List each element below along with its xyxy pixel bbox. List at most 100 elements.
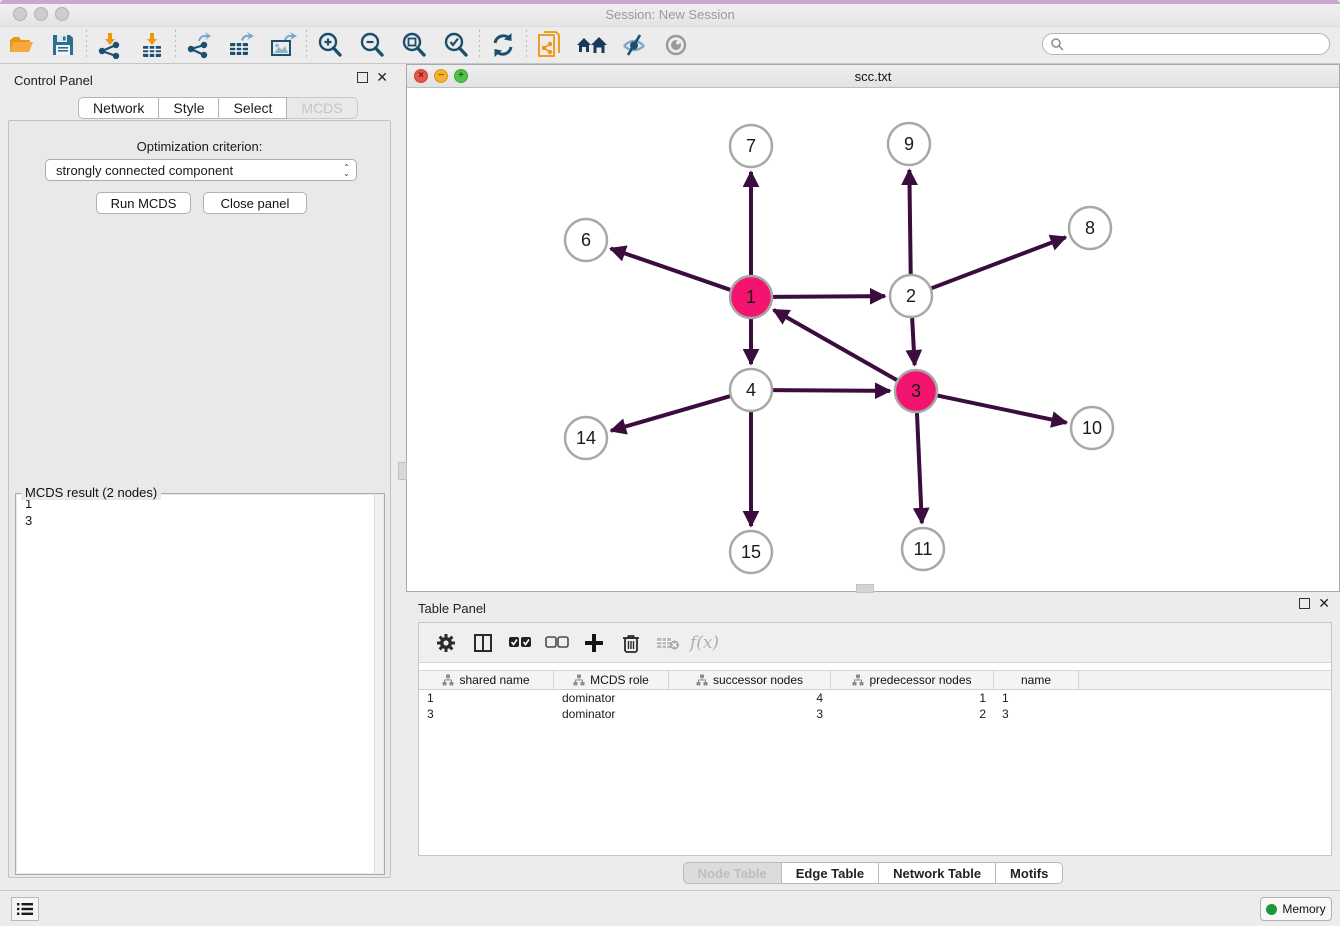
float-panel-icon[interactable] bbox=[1299, 598, 1310, 609]
show-hide-graphics-details-icon bbox=[620, 32, 648, 58]
toolbar-separator bbox=[175, 30, 176, 60]
tab-mcds[interactable]: MCDS bbox=[287, 97, 357, 119]
delete-column-button[interactable] bbox=[612, 626, 649, 660]
cell-name[interactable]: 1 bbox=[994, 690, 1079, 706]
column-header-successor-nodes[interactable]: successor nodes bbox=[669, 671, 831, 689]
close-panel-icon[interactable]: ✕ bbox=[376, 72, 388, 83]
column-header-shared-name[interactable]: shared name bbox=[419, 671, 554, 689]
graph-node-11[interactable]: 11 bbox=[902, 528, 944, 570]
float-panel-icon[interactable] bbox=[357, 72, 368, 83]
graph-node-9[interactable]: 9 bbox=[888, 123, 930, 165]
tab-network-table[interactable]: Network Table bbox=[879, 862, 996, 884]
cell-successor-nodes[interactable]: 4 bbox=[669, 690, 831, 706]
show-panels-button[interactable] bbox=[11, 897, 39, 921]
mcds-result-group: MCDS result (2 nodes) 1 3 bbox=[15, 493, 385, 875]
search-input[interactable] bbox=[1064, 35, 1329, 53]
birds-eye-view-button[interactable] bbox=[655, 28, 697, 62]
graph-node-14[interactable]: 14 bbox=[565, 417, 607, 459]
hierarchy-icon bbox=[573, 674, 585, 686]
first-neighbors-button[interactable] bbox=[571, 28, 613, 62]
graph-edge-2-8[interactable] bbox=[932, 237, 1066, 288]
function-builder-button[interactable]: f(x) bbox=[686, 626, 723, 660]
open-file-button[interactable] bbox=[0, 28, 42, 62]
tab-select[interactable]: Select bbox=[219, 97, 287, 119]
graph-node-3[interactable]: 3 bbox=[895, 370, 937, 412]
run-mcds-button[interactable]: Run MCDS bbox=[96, 192, 191, 214]
save-icon bbox=[50, 32, 76, 58]
import-table-button[interactable] bbox=[131, 28, 173, 62]
cell-mcds-role[interactable]: dominator bbox=[554, 690, 669, 706]
add-column-button[interactable] bbox=[575, 626, 612, 660]
result-item[interactable]: 3 bbox=[17, 512, 383, 529]
table-row[interactable]: 1 dominator 4 1 1 bbox=[419, 690, 1331, 706]
clone-network-button[interactable] bbox=[529, 28, 571, 62]
graph-node-4[interactable]: 4 bbox=[730, 369, 772, 411]
graph-node-10[interactable]: 10 bbox=[1071, 407, 1113, 449]
graph-edge-3-11[interactable] bbox=[917, 413, 922, 523]
panel-splitter-handle[interactable] bbox=[856, 584, 874, 593]
zoom-fit-button[interactable] bbox=[393, 28, 435, 62]
optimization-criterion-select[interactable]: strongly connected component ⌃⌃ bbox=[45, 159, 357, 181]
plus-icon bbox=[584, 633, 604, 653]
search-box[interactable] bbox=[1042, 33, 1330, 55]
close-panel-button[interactable]: Close panel bbox=[203, 192, 307, 214]
graph-node-label: 8 bbox=[1085, 218, 1095, 238]
column-header-name[interactable]: name bbox=[994, 671, 1079, 689]
export-image-button[interactable] bbox=[262, 28, 304, 62]
memory-button[interactable]: Memory bbox=[1260, 897, 1332, 921]
control-panel-tabs: Network Style Select MCDS bbox=[78, 97, 358, 119]
graph-node-1[interactable]: 1 bbox=[730, 276, 772, 318]
graph-edge-4-14[interactable] bbox=[611, 396, 730, 431]
graph-edge-2-9[interactable] bbox=[909, 170, 910, 274]
apply-layout-button[interactable] bbox=[482, 28, 524, 62]
tab-style[interactable]: Style bbox=[159, 97, 219, 119]
graphics-details-button[interactable] bbox=[613, 28, 655, 62]
graph-edge-3-1[interactable] bbox=[774, 310, 897, 380]
cell-mcds-role[interactable]: dominator bbox=[554, 706, 669, 722]
zoom-in-button[interactable] bbox=[309, 28, 351, 62]
cell-shared-name[interactable]: 1 bbox=[419, 690, 554, 706]
column-visibility-button[interactable] bbox=[464, 626, 501, 660]
column-header-mcds-role[interactable]: MCDS role bbox=[554, 671, 669, 689]
graph-edge-1-6[interactable] bbox=[611, 248, 731, 289]
network-canvas[interactable]: 1 2 3 4 6 7 8 9 10 11 14 15 bbox=[407, 88, 1339, 591]
cell-name[interactable]: 3 bbox=[994, 706, 1079, 722]
close-panel-icon[interactable]: ✕ bbox=[1318, 598, 1330, 609]
table-settings-button[interactable] bbox=[427, 626, 464, 660]
graph-node-7[interactable]: 7 bbox=[730, 125, 772, 167]
save-session-button[interactable] bbox=[42, 28, 84, 62]
graph-node-label: 7 bbox=[746, 136, 756, 156]
table-row[interactable]: 3 dominator 3 2 3 bbox=[419, 706, 1331, 722]
import-table-icon bbox=[138, 31, 166, 59]
graph-edge-4-3[interactable] bbox=[773, 390, 890, 391]
graph-node-label: 14 bbox=[576, 428, 596, 448]
graph-edge-1-2[interactable] bbox=[773, 296, 885, 297]
tab-motifs[interactable]: Motifs bbox=[996, 862, 1063, 884]
tab-network[interactable]: Network bbox=[78, 97, 159, 119]
panel-splitter-handle[interactable] bbox=[398, 462, 407, 480]
export-table-button[interactable] bbox=[220, 28, 262, 62]
deselect-all-button[interactable] bbox=[538, 626, 575, 660]
graph-edge-3-10[interactable] bbox=[938, 396, 1067, 423]
cell-predecessor-nodes[interactable]: 2 bbox=[831, 706, 994, 722]
zoom-out-button[interactable] bbox=[351, 28, 393, 62]
graph-node-6[interactable]: 6 bbox=[565, 219, 607, 261]
tab-node-table[interactable]: Node Table bbox=[683, 862, 782, 884]
hierarchy-icon bbox=[696, 674, 708, 686]
import-network-button[interactable] bbox=[89, 28, 131, 62]
graph-node-8[interactable]: 8 bbox=[1069, 207, 1111, 249]
graph-node-15[interactable]: 15 bbox=[730, 531, 772, 573]
mcds-result-list[interactable]: 1 3 bbox=[17, 495, 383, 873]
export-network-button[interactable] bbox=[178, 28, 220, 62]
cell-successor-nodes[interactable]: 3 bbox=[669, 706, 831, 722]
select-all-button[interactable] bbox=[501, 626, 538, 660]
graph-edge-2-3[interactable] bbox=[912, 318, 914, 365]
graph-node-2[interactable]: 2 bbox=[890, 275, 932, 317]
delete-table-button[interactable] bbox=[649, 626, 686, 660]
column-header-predecessor-nodes[interactable]: predecessor nodes bbox=[831, 671, 994, 689]
tab-edge-table[interactable]: Edge Table bbox=[782, 862, 879, 884]
cell-predecessor-nodes[interactable]: 1 bbox=[831, 690, 994, 706]
result-scrollbar[interactable] bbox=[374, 495, 383, 873]
zoom-selected-button[interactable] bbox=[435, 28, 477, 62]
cell-shared-name[interactable]: 3 bbox=[419, 706, 554, 722]
